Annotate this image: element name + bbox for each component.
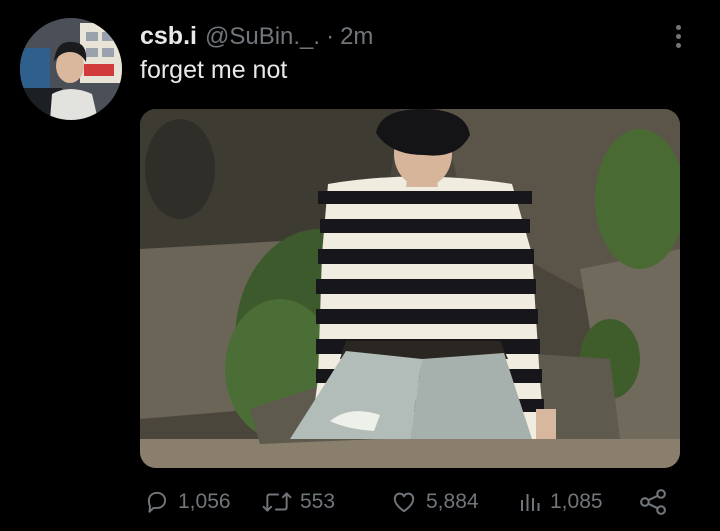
reply-count: 1,056 — [178, 490, 231, 513]
reply-button[interactable]: 1,056 — [144, 484, 231, 520]
retweet-button[interactable]: 553 — [262, 484, 335, 520]
tweet[interactable]: csb.i @SuBin._. · 2m forget me not 1,056… — [0, 0, 720, 531]
timestamp[interactable]: 2m — [340, 23, 373, 51]
heart-icon — [393, 492, 415, 513]
tweet-photo[interactable] — [140, 109, 680, 468]
display-name[interactable]: csb.i — [140, 22, 197, 51]
view-count: 1,085 — [550, 490, 603, 513]
tweet-text: forget me not — [140, 56, 288, 84]
share-button[interactable] — [638, 484, 676, 520]
analytics-icon — [521, 494, 540, 511]
avatar[interactable] — [20, 18, 122, 120]
retweet-icon — [262, 492, 292, 512]
like-button[interactable]: 5,884 — [390, 484, 479, 520]
action-bar: 1,056 553 5,884 1,085 — [140, 484, 680, 520]
share-icon — [640, 489, 666, 515]
like-count: 5,884 — [426, 490, 479, 513]
more-vertical-icon[interactable] — [666, 22, 690, 50]
user-handle[interactable]: @SuBin._. — [205, 23, 320, 51]
separator-dot: · — [326, 23, 335, 50]
reply-icon — [147, 491, 167, 513]
tweet-header: csb.i @SuBin._. · 2m — [140, 22, 373, 50]
views-button[interactable]: 1,085 — [518, 484, 603, 520]
retweet-count: 553 — [300, 490, 336, 513]
